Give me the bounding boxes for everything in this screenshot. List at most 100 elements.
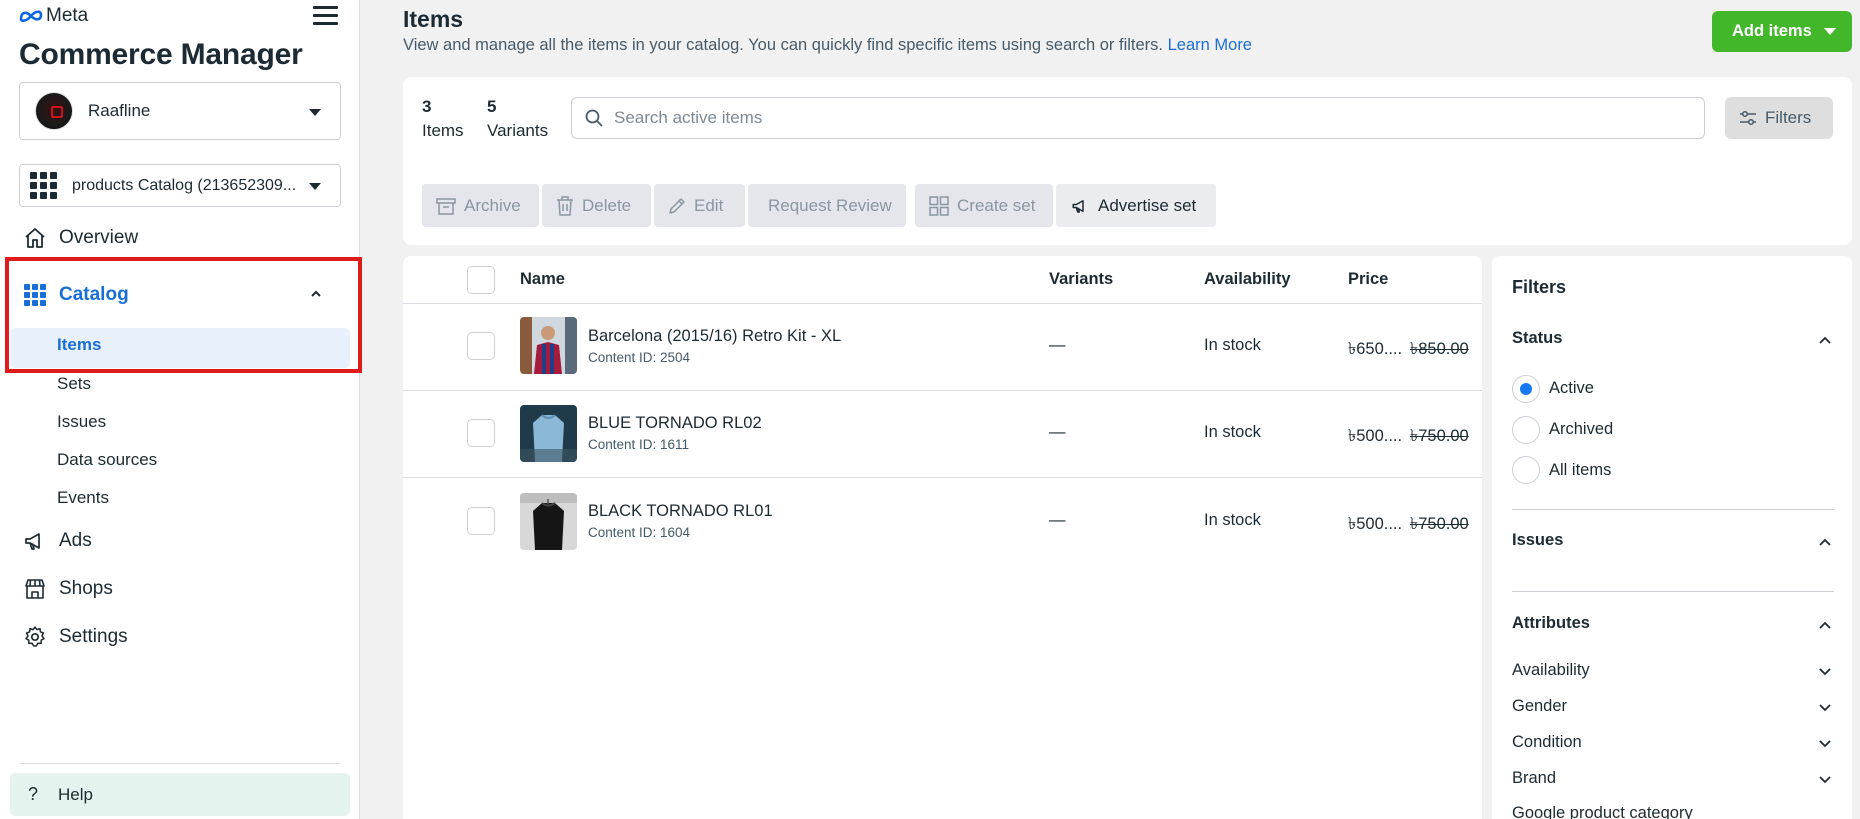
search-box[interactable] <box>571 97 1705 139</box>
radio-archived-label: Archived <box>1549 420 1614 438</box>
item-availability: In stock <box>1204 511 1261 529</box>
meta-logo-text: Meta <box>46 5 89 26</box>
variants-count-label: Variants <box>487 121 549 140</box>
request-review-button[interactable]: Request Review <box>748 184 906 227</box>
chevron-up-icon[interactable] <box>310 288 322 300</box>
attribute-availability[interactable]: Availability <box>1512 661 1590 680</box>
radio-active[interactable] <box>1512 375 1540 403</box>
archive-button[interactable]: Archive <box>422 184 539 227</box>
item-variants: — <box>1049 336 1066 354</box>
home-icon <box>22 225 48 251</box>
subnav-events[interactable]: Events <box>57 488 109 508</box>
page-title: Items <box>403 6 464 32</box>
item-price: ৳500.... <box>1348 515 1403 533</box>
column-header-name[interactable]: Name <box>520 270 565 289</box>
nav-overview[interactable]: Overview <box>22 225 138 251</box>
chevron-down-icon[interactable] <box>1818 774 1832 784</box>
item-variants: — <box>1049 511 1066 529</box>
grid-icon <box>929 195 949 216</box>
item-availability: In stock <box>1204 336 1261 354</box>
toolbar-card: 3 Items 5 Variants Filters Archive Delet… <box>403 77 1852 245</box>
column-header-price[interactable]: Price <box>1348 270 1388 289</box>
radio-all-items[interactable] <box>1512 456 1540 484</box>
attributes-section-title[interactable]: Attributes <box>1512 614 1590 633</box>
divider <box>403 390 1482 391</box>
select-all-checkbox[interactable] <box>467 266 495 294</box>
megaphone-icon <box>1072 199 1084 213</box>
subnav-sets[interactable]: Sets <box>57 374 91 394</box>
attribute-brand[interactable]: Brand <box>1512 769 1556 788</box>
shop-icon <box>22 576 48 602</box>
row-checkbox[interactable] <box>467 507 495 535</box>
item-variants: — <box>1049 423 1066 441</box>
row-checkbox[interactable] <box>467 332 495 360</box>
help-button[interactable]: ? Help <box>10 773 350 816</box>
attribute-condition[interactable]: Condition <box>1512 733 1582 752</box>
sidebar: Meta Commerce Manager Raafline products … <box>0 0 362 819</box>
subnav-issues[interactable]: Issues <box>57 412 106 432</box>
filters-button[interactable]: Filters <box>1725 97 1833 139</box>
help-label: Help <box>58 784 93 804</box>
nav-catalog-label: Catalog <box>59 284 129 305</box>
account-selector[interactable]: Raafline <box>19 82 341 140</box>
chevron-up-icon[interactable] <box>1818 537 1832 547</box>
account-name: Raafline <box>88 101 151 120</box>
row-checkbox[interactable] <box>467 419 495 447</box>
variants-count: 5 Variants <box>487 97 548 141</box>
chevron-up-icon[interactable] <box>1818 335 1832 345</box>
item-name[interactable]: BLACK TORNADO RL01 <box>588 502 773 521</box>
edit-button[interactable]: Edit <box>654 184 745 227</box>
item-price: ৳650.... <box>1348 340 1403 358</box>
filters-panel: Filters Status Active Archived All items… <box>1492 256 1852 819</box>
divider <box>19 763 341 764</box>
item-name[interactable]: BLUE TORNADO RL02 <box>588 414 762 433</box>
search-input[interactable] <box>614 108 1694 128</box>
advertise-set-label: Advertise set <box>1098 195 1197 215</box>
avatar <box>35 92 73 130</box>
delete-button[interactable]: Delete <box>542 184 651 227</box>
nav-shops-label: Shops <box>59 578 113 599</box>
menu-icon[interactable] <box>313 6 338 28</box>
chevron-down-icon[interactable] <box>1818 702 1832 712</box>
add-items-button[interactable]: Add items <box>1712 11 1852 52</box>
megaphone-icon <box>22 528 48 554</box>
filters-panel-title: Filters <box>1512 277 1567 297</box>
subnav-items[interactable]: Items <box>57 335 101 355</box>
catalog-selector[interactable]: products Catalog (213652309... <box>19 164 341 207</box>
item-availability: In stock <box>1204 423 1261 441</box>
nav-settings[interactable]: Settings <box>22 624 128 650</box>
delete-label: Delete <box>582 195 632 215</box>
meta-logo: Meta <box>19 5 88 27</box>
product-thumbnail <box>520 317 577 374</box>
nav-catalog[interactable]: Catalog <box>22 282 129 308</box>
nav-ads-label: Ads <box>59 530 92 551</box>
chevron-down-icon[interactable] <box>1818 666 1832 676</box>
column-header-variants[interactable]: Variants <box>1049 270 1113 289</box>
divider <box>403 303 1482 304</box>
nav-overview-label: Overview <box>59 227 139 248</box>
nav-shops[interactable]: Shops <box>22 576 113 602</box>
archive-label: Archive <box>464 195 521 215</box>
learn-more-link[interactable]: Learn More <box>1168 36 1252 54</box>
chevron-down-icon <box>309 109 321 116</box>
page-description-text: View and manage all the items in your ca… <box>403 36 1164 54</box>
trash-icon <box>557 195 573 216</box>
subnav-data-sources[interactable]: Data sources <box>57 450 157 470</box>
status-section-title[interactable]: Status <box>1512 329 1562 348</box>
nav-ads[interactable]: Ads <box>22 528 92 554</box>
chevron-down-icon <box>309 183 321 190</box>
chevron-up-icon[interactable] <box>1818 620 1832 630</box>
gear-icon <box>22 624 48 650</box>
create-set-button[interactable]: Create set <box>915 184 1053 227</box>
attribute-gender[interactable]: Gender <box>1512 697 1567 716</box>
chevron-down-icon[interactable] <box>1818 738 1832 748</box>
advertise-set-button[interactable]: Advertise set <box>1056 184 1216 227</box>
radio-archived[interactable] <box>1512 416 1540 444</box>
items-table: Name Variants Availability Price Barcelo… <box>403 256 1482 819</box>
issues-section-title[interactable]: Issues <box>1512 531 1563 550</box>
item-name[interactable]: Barcelona (2015/16) Retro Kit - XL <box>588 327 841 346</box>
chevron-down-icon <box>1824 28 1836 35</box>
attribute-google-product-category[interactable]: Google product category <box>1512 804 1693 819</box>
column-header-availability[interactable]: Availability <box>1204 270 1291 289</box>
divider <box>1512 591 1834 592</box>
